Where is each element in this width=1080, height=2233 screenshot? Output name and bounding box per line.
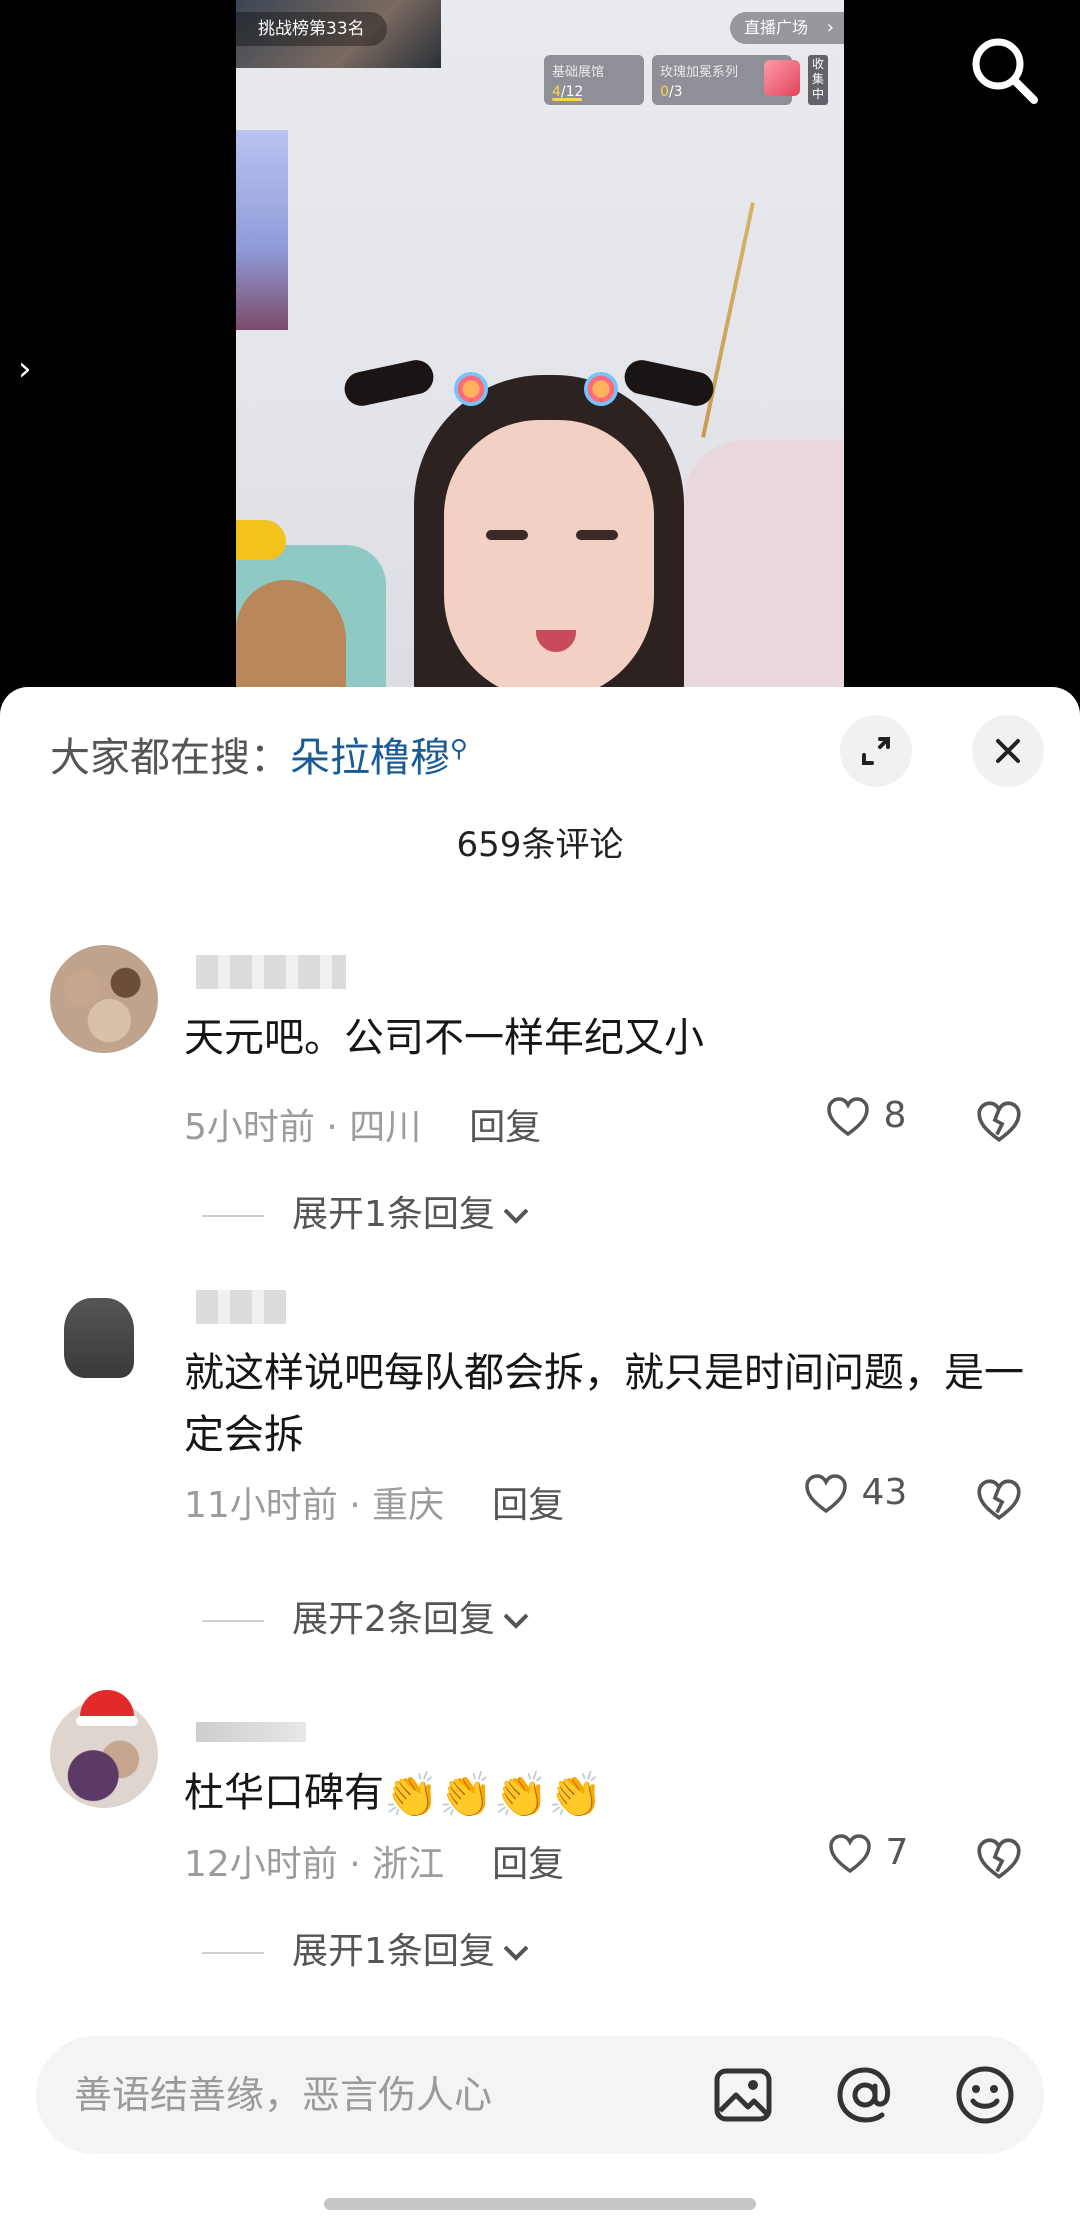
like-button[interactable]: 7 — [826, 1830, 908, 1878]
image-icon[interactable] — [710, 2062, 776, 2128]
clap-emoji-icon: 👏 — [548, 1770, 604, 1821]
expand-replies-label: 展开1条回复 — [292, 1194, 495, 1235]
background-toy — [236, 520, 286, 560]
comment-time: 11小时前 — [184, 1485, 338, 1526]
comment-location: 四川 — [349, 1107, 422, 1148]
comment-sheet: 大家都在搜：朵拉橹穆⚲ 659条评论 天元吧。公司不一样年纪又小 5小时前 · … — [0, 687, 1080, 2233]
comment-time: 12小时前 — [184, 1844, 338, 1885]
close-icon — [996, 739, 1020, 763]
divider — [202, 1620, 264, 1622]
background-poster — [236, 130, 288, 330]
heart-icon — [827, 1097, 869, 1137]
expand-replies-label: 展开2条回复 — [292, 1599, 495, 1640]
comment-text: 天元吧。公司不一样年纪又小 — [184, 1015, 704, 1061]
comment-input-bar[interactable]: 善语结善缘，恶言伤人心 — [36, 2036, 1044, 2154]
chevron-right-icon: › — [826, 17, 834, 38]
collect-tag: 收集中 — [808, 55, 828, 105]
meta-separator: · — [314, 1107, 350, 1148]
rank-badge[interactable]: 挑战榜第33名 — [236, 12, 387, 46]
live-video-area[interactable]: › 挑战榜第33名 直播广场 › 基础展馆 4/12 玫瑰加冕系列 0/3 收集… — [0, 0, 1080, 700]
chevron-down-icon — [503, 1945, 529, 1961]
task-card-basic-hall[interactable]: 基础展馆 4/12 — [544, 55, 644, 105]
expand-replies-label: 展开1条回复 — [292, 1931, 495, 1972]
meta-separator: · — [337, 1485, 373, 1526]
streamer-eye — [576, 530, 618, 540]
clap-emoji-icon: 👏 — [438, 1770, 494, 1821]
comment-meta: 5小时前 · 四川 回复 — [184, 1098, 541, 1150]
background-cable — [701, 202, 755, 438]
clap-emoji-icon: 👏 — [384, 1770, 439, 1821]
username-blurred[interactable] — [196, 1290, 286, 1324]
like-button[interactable]: 43 — [802, 1470, 907, 1518]
hot-search-label: 大家都在搜： — [50, 735, 290, 781]
chevron-down-icon — [503, 1208, 529, 1224]
task-progress-done: 0 — [660, 84, 669, 100]
heart-icon — [805, 1474, 847, 1514]
expand-replies[interactable]: 展开1条回复 — [202, 1922, 533, 1974]
dislike-icon[interactable] — [974, 1475, 1024, 1525]
divider — [202, 1215, 264, 1217]
pigtail-right — [621, 357, 717, 409]
gift-icon — [764, 60, 800, 96]
username-blurred[interactable] — [196, 1722, 306, 1742]
avatar[interactable] — [50, 1280, 158, 1388]
comment-text: 就这样说吧每队都会拆，就只是时间问题，是一定会拆 — [184, 1350, 1024, 1458]
reply-button[interactable]: 回复 — [492, 1844, 564, 1885]
hot-search[interactable]: 大家都在搜：朵拉橹穆⚲ — [50, 725, 468, 783]
dislike-icon[interactable] — [974, 1834, 1024, 1884]
like-button[interactable]: 8 — [824, 1093, 906, 1141]
meta-separator: · — [337, 1844, 373, 1885]
at-icon[interactable] — [832, 2062, 898, 2128]
emoji-icon[interactable] — [952, 2062, 1018, 2128]
username-blurred[interactable] — [196, 955, 346, 989]
comment-location: 浙江 — [372, 1844, 445, 1885]
expand-replies[interactable]: 展开1条回复 — [202, 1185, 533, 1237]
avatar-silhouette — [64, 1298, 134, 1378]
collapse-icon — [862, 737, 890, 765]
plaza-label: 直播广场 — [743, 18, 808, 37]
comment-text: 杜华口碑有👏👏👏👏 — [184, 1762, 1024, 1824]
streamer-eye — [486, 530, 528, 540]
comment-count: 659条评论 — [456, 825, 624, 865]
like-count: 8 — [883, 1095, 907, 1136]
reply-button[interactable]: 回复 — [469, 1107, 541, 1148]
chevron-down-icon — [503, 1613, 529, 1629]
comment-input[interactable]: 善语结善缘，恶言伤人心 — [74, 2036, 492, 2154]
comment-time: 5小时前 — [184, 1107, 315, 1148]
comment-meta: 11小时前 · 重庆 回复 — [184, 1476, 564, 1528]
comment-meta: 12小时前 · 浙江 回复 — [184, 1835, 564, 1887]
like-count: 7 — [885, 1832, 909, 1873]
pigtail-left — [341, 357, 437, 409]
divider — [202, 1952, 264, 1954]
reply-button[interactable]: 回复 — [492, 1485, 564, 1526]
background-pillow — [684, 440, 844, 700]
flower-clip-icon — [454, 372, 488, 406]
task-name: 基础展馆 — [552, 65, 605, 80]
chevron-right-icon[interactable]: › — [18, 352, 32, 386]
live-plaza-button[interactable]: 直播广场 › — [729, 12, 844, 44]
close-button[interactable] — [972, 715, 1044, 787]
like-count: 43 — [861, 1472, 908, 1513]
expand-replies[interactable]: 展开2条回复 — [202, 1590, 533, 1642]
task-progress-bar — [552, 98, 582, 101]
heart-icon — [829, 1834, 871, 1874]
home-indicator[interactable] — [324, 2198, 756, 2210]
flower-clip-icon — [584, 372, 618, 406]
santa-hat-decoration — [76, 1690, 138, 1726]
search-icon[interactable] — [964, 30, 1044, 110]
comment-text-content: 杜华口碑有 — [184, 1770, 384, 1816]
avatar[interactable] — [50, 945, 158, 1053]
task-progress-total: /3 — [668, 84, 683, 100]
live-stream-frame[interactable]: 挑战榜第33名 直播广场 › 基础展馆 4/12 玫瑰加冕系列 0/3 收集中 — [236, 0, 844, 700]
collapse-button[interactable] — [840, 715, 912, 787]
background-plush — [236, 580, 346, 700]
comment-location: 重庆 — [372, 1485, 445, 1526]
clap-emoji-icon: 👏 — [493, 1770, 549, 1821]
streamer-face — [444, 420, 654, 700]
dislike-icon[interactable] — [974, 1097, 1024, 1147]
search-small-icon: ⚲ — [450, 734, 468, 763]
hot-search-term[interactable]: 朵拉橹穆 — [290, 735, 450, 781]
rank-label: 挑战榜第33名 — [258, 19, 365, 39]
